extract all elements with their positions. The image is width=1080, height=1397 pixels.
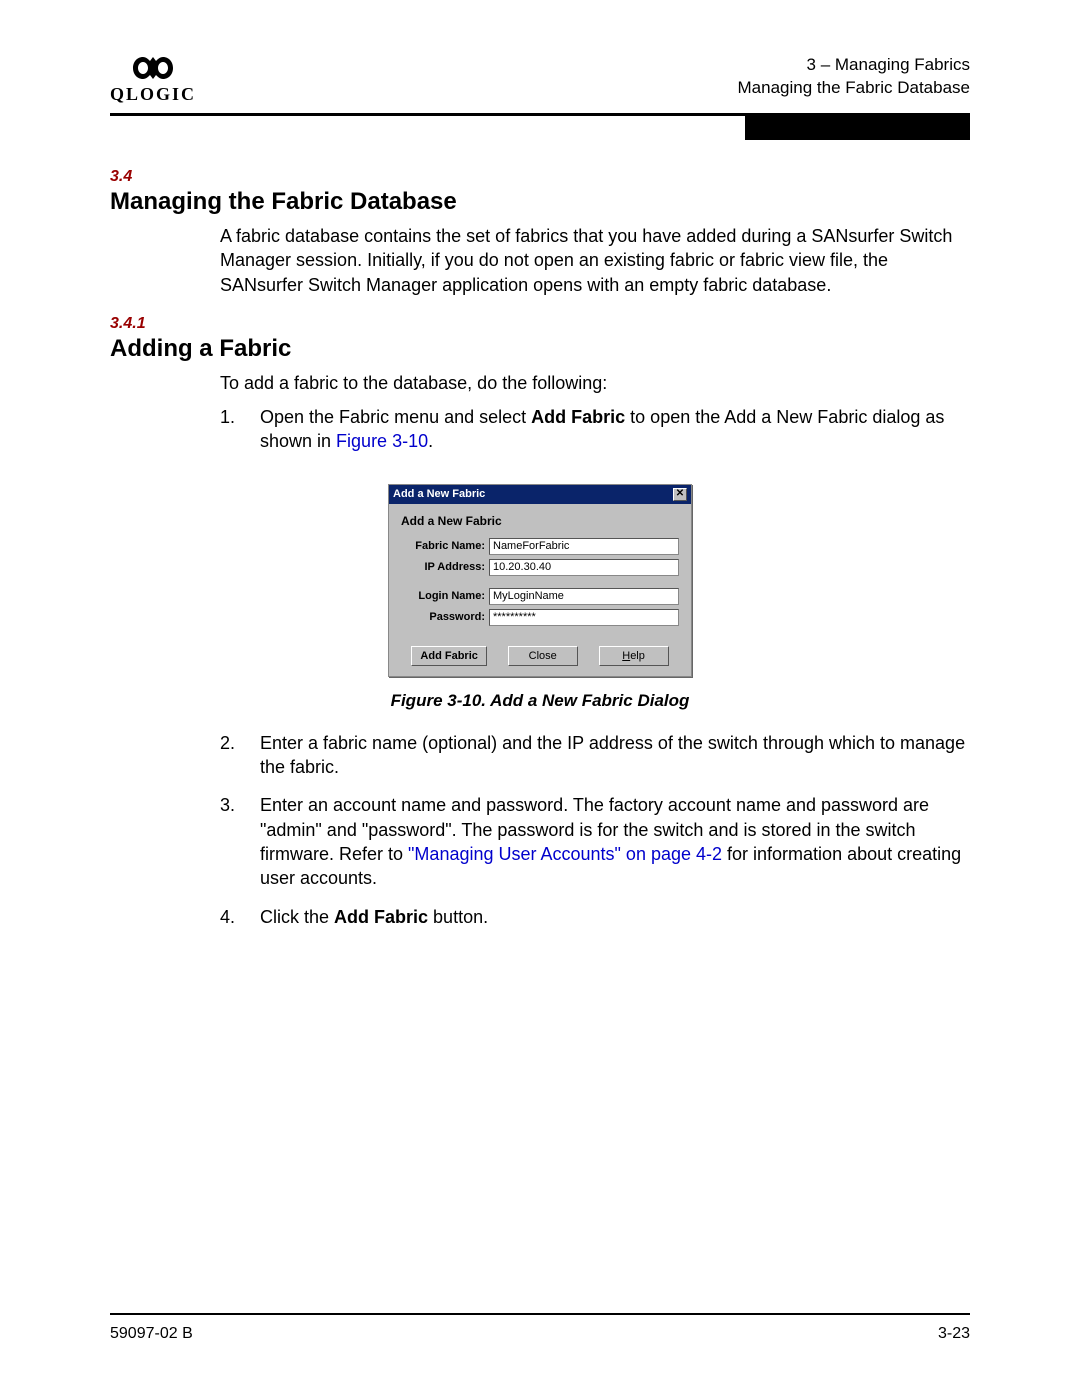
figure-3-10-link[interactable]: Figure 3-10 (336, 431, 428, 451)
dialog-titlebar: Add a New Fabric ✕ (389, 485, 691, 504)
step-2: 2. Enter a fabric name (optional) and th… (220, 731, 970, 780)
figure-caption: Figure 3-10. Add a New Fabric Dialog (110, 691, 970, 711)
section-number-3-4: 3.4 (110, 168, 970, 186)
close-icon[interactable]: ✕ (673, 488, 687, 501)
section-title-3-4: Managing the Fabric Database (110, 188, 970, 216)
dialog-heading: Add a New Fabric (401, 514, 679, 528)
doc-id: 59097-02 B (110, 1325, 193, 1343)
close-button[interactable]: Close (508, 646, 578, 666)
step-4: 4. Click the Add Fabric button. (220, 905, 970, 929)
login-name-label: Login Name: (401, 590, 489, 602)
header-black-bar (745, 116, 970, 140)
ip-address-label: IP Address: (401, 561, 489, 573)
header-context: 3 – Managing Fabrics Managing the Fabric… (738, 54, 970, 100)
password-label: Password: (401, 611, 489, 623)
password-input[interactable] (489, 609, 679, 626)
section-3-4-paragraph: A fabric database contains the set of fa… (220, 224, 970, 297)
page-header: QLOGIC 3 – Managing Fabrics Managing the… (110, 54, 970, 105)
section-number-3-4-1: 3.4.1 (110, 315, 970, 333)
header-line-2: Managing the Fabric Database (738, 77, 970, 100)
section-title-3-4-1: Adding a Fabric (110, 335, 970, 363)
brand-text: QLOGIC (110, 84, 196, 105)
ip-address-input[interactable] (489, 559, 679, 576)
qlogic-glyph-icon (129, 54, 177, 82)
help-button[interactable]: Help (599, 646, 669, 666)
brand-logo: QLOGIC (110, 54, 196, 105)
page-number: 3-23 (938, 1325, 970, 1343)
fabric-name-input[interactable] (489, 538, 679, 555)
dialog-title: Add a New Fabric (393, 488, 485, 500)
login-name-input[interactable] (489, 588, 679, 605)
footer-rule (110, 1313, 970, 1315)
add-fabric-button[interactable]: Add Fabric (411, 646, 486, 666)
managing-user-accounts-link[interactable]: "Managing User Accounts" on page 4-2 (408, 844, 722, 864)
section-3-4-1-intro: To add a fabric to the database, do the … (220, 371, 970, 395)
add-fabric-dialog: Add a New Fabric ✕ Add a New Fabric Fabr… (388, 484, 692, 677)
header-line-1: 3 – Managing Fabrics (738, 54, 970, 77)
step-1: 1. Open the Fabric menu and select Add F… (220, 405, 970, 454)
step-3: 3. Enter an account name and password. T… (220, 793, 970, 890)
page-footer: 59097-02 B 3-23 (110, 1313, 970, 1343)
fabric-name-label: Fabric Name: (401, 540, 489, 552)
